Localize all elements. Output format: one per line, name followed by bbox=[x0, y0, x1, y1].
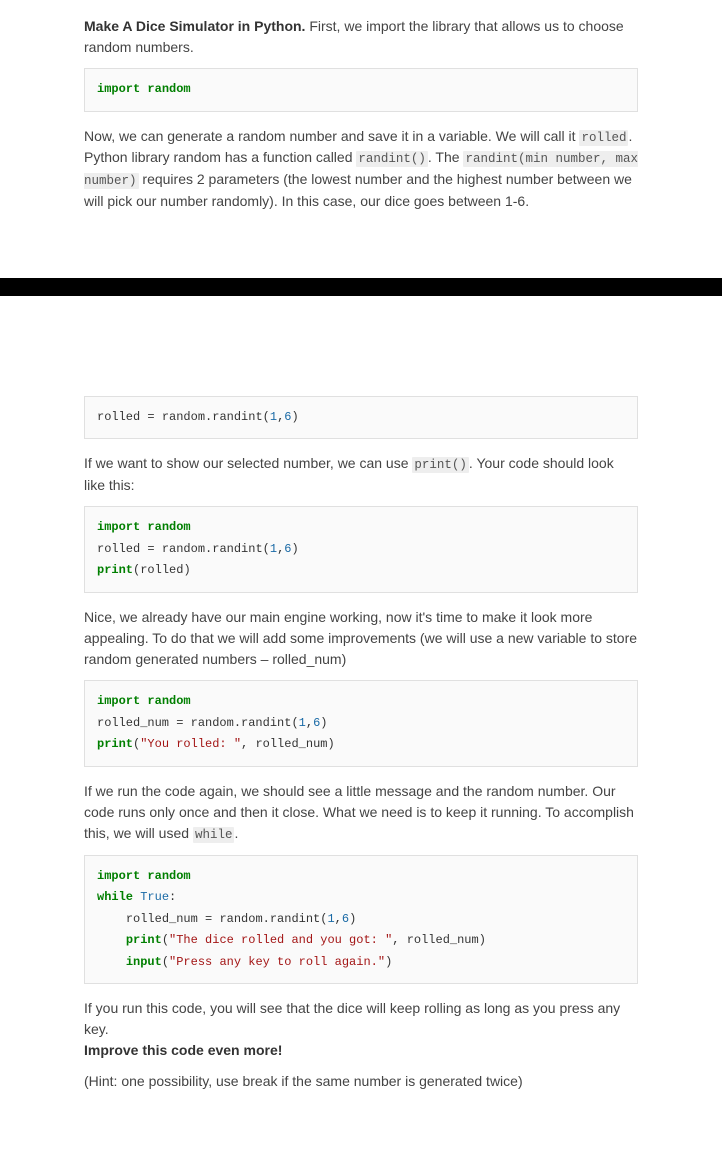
p2-a: Now, we can generate a random number and… bbox=[84, 128, 579, 144]
c5-l2-kw: while bbox=[97, 890, 133, 904]
c5-l4-open: ( bbox=[162, 933, 169, 947]
c4-l3-close: ) bbox=[327, 737, 334, 751]
c4-l2-close: ) bbox=[320, 716, 327, 730]
c5-l3-close: ) bbox=[349, 912, 356, 926]
c4-l2-call: random.randint bbox=[191, 716, 292, 730]
c3-l2-close: ) bbox=[291, 542, 298, 556]
inline-code-while: while bbox=[193, 827, 235, 843]
c5-indent-2 bbox=[97, 933, 126, 947]
c5-l4-arg: rolled_num bbox=[407, 933, 479, 947]
paragraph-5: If we run the code again, we should see … bbox=[84, 781, 638, 845]
c5-l1-mod: random bbox=[147, 869, 190, 883]
paragraph-7: (Hint: one possibility, use break if the… bbox=[84, 1071, 638, 1092]
module-random: random bbox=[147, 82, 190, 96]
paragraph-2: Now, we can generate a random number and… bbox=[84, 126, 638, 212]
c4-l2-eq: = bbox=[169, 716, 191, 730]
code-block-4: import random rolled_num = random.randin… bbox=[84, 680, 638, 767]
c5-l4-comma: , bbox=[392, 933, 406, 947]
page-1: Make A Dice Simulator in Python. First, … bbox=[0, 0, 722, 278]
c5-l4-close: ) bbox=[479, 933, 486, 947]
c3-l1-kw: import bbox=[97, 520, 140, 534]
c5-l3-eq: = bbox=[198, 912, 220, 926]
c4-l2-comma: , bbox=[306, 716, 313, 730]
inline-code-randint: randint() bbox=[356, 151, 428, 167]
c5-l4-fn: print bbox=[126, 933, 162, 947]
c2-call: random.randint bbox=[162, 410, 263, 424]
p5-a: If we run the code again, we should see … bbox=[84, 783, 634, 841]
c2-eq: = bbox=[140, 410, 162, 424]
paragraph-4: Nice, we already have our main engine wo… bbox=[84, 607, 638, 670]
c3-l2-id: rolled bbox=[97, 542, 140, 556]
c5-indent-3 bbox=[97, 955, 126, 969]
c4-l1-mod: random bbox=[147, 694, 190, 708]
page-2: rolled = random.randint(1,6) If we want … bbox=[0, 296, 722, 1162]
c3-l3-close: ) bbox=[183, 563, 190, 577]
c3-l2-n1: 1 bbox=[270, 542, 277, 556]
c5-l3-n2: 6 bbox=[342, 912, 349, 926]
c5-l5-fn: input bbox=[126, 955, 162, 969]
c4-l3-arg: rolled_num bbox=[255, 737, 327, 751]
c3-l2-eq: = bbox=[140, 542, 162, 556]
c5-l4-str: "The dice rolled and you got: " bbox=[169, 933, 392, 947]
c4-l2-n1: 1 bbox=[299, 716, 306, 730]
p2-d: requires 2 parameters (the lowest number… bbox=[84, 171, 632, 209]
c3-l2-call: random.randint bbox=[162, 542, 263, 556]
c3-l3-fn: print bbox=[97, 563, 133, 577]
inline-code-print: print() bbox=[412, 457, 469, 473]
c5-l2-bool: True bbox=[140, 890, 169, 904]
c5-l3-n1: 1 bbox=[327, 912, 334, 926]
intro-bold: Make A Dice Simulator in Python. bbox=[84, 18, 305, 34]
c5-l3-call: random.randint bbox=[219, 912, 320, 926]
c5-l3-id: rolled_num bbox=[126, 912, 198, 926]
intro-paragraph: Make A Dice Simulator in Python. First, … bbox=[84, 16, 638, 58]
c4-l2-id: rolled_num bbox=[97, 716, 169, 730]
c4-l3-str: "You rolled: " bbox=[140, 737, 241, 751]
c3-l3-arg: rolled bbox=[140, 563, 183, 577]
c3-l2-open: ( bbox=[263, 542, 270, 556]
paragraph-3: If we want to show our selected number, … bbox=[84, 453, 638, 496]
c4-l3-fn: print bbox=[97, 737, 133, 751]
c5-l5-str: "Press any key to roll again." bbox=[169, 955, 385, 969]
c5-l5-open: ( bbox=[162, 955, 169, 969]
c5-l5-close: ) bbox=[385, 955, 392, 969]
c5-l3-comma: , bbox=[335, 912, 342, 926]
c2-id: rolled bbox=[97, 410, 140, 424]
c3-l1-mod: random bbox=[147, 520, 190, 534]
p6-bold: Improve this code even more! bbox=[84, 1042, 282, 1058]
p2-c: . The bbox=[428, 149, 464, 165]
c5-indent-1 bbox=[97, 912, 126, 926]
code-block-3: import random rolled = random.randint(1,… bbox=[84, 506, 638, 593]
c2-close: ) bbox=[291, 410, 298, 424]
inline-code-rolled: rolled bbox=[579, 130, 628, 146]
c5-l2-colon: : bbox=[169, 890, 176, 904]
c4-l3-comma: , bbox=[241, 737, 255, 751]
code-block-1: import random bbox=[84, 68, 638, 112]
p5-b: . bbox=[234, 825, 238, 841]
paragraph-6: If you run this code, you will see that … bbox=[84, 998, 638, 1061]
c5-l1-kw: import bbox=[97, 869, 140, 883]
c2-n1: 1 bbox=[270, 410, 277, 424]
c2-open: ( bbox=[263, 410, 270, 424]
code-block-2: rolled = random.randint(1,6) bbox=[84, 396, 638, 440]
p3-a: If we want to show our selected number, … bbox=[84, 455, 412, 471]
c4-l2-open: ( bbox=[291, 716, 298, 730]
kw-import: import bbox=[97, 82, 140, 96]
code-block-5: import random while True: rolled_num = r… bbox=[84, 855, 638, 985]
p6-text: If you run this code, you will see that … bbox=[84, 1000, 620, 1037]
c4-l1-kw: import bbox=[97, 694, 140, 708]
